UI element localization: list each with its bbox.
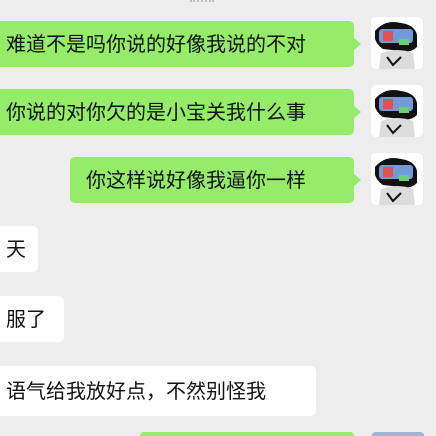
outgoing-message-bubble[interactable]: 你说的对你欠的是小宝关我什么事 xyxy=(0,89,361,135)
outgoing-message-bubble[interactable]: 难道不是吗你说的好像我说的不对 xyxy=(0,21,361,67)
outgoing-message-bubble-partial[interactable] xyxy=(140,432,354,436)
message-text: 天 xyxy=(6,237,26,261)
incoming-message-bubble[interactable]: 语气给我放好点，不然别怪我 xyxy=(0,366,316,416)
message-text: 语气给我放好点，不然别怪我 xyxy=(6,379,266,403)
user-avatar-icon[interactable] xyxy=(371,17,423,69)
chat-window: 难道不是吗你说的好像我说的不对 你说的对你欠的是小宝关我什么事 你这样说好像我逼… xyxy=(0,0,436,436)
incoming-message-bubble[interactable]: 天 xyxy=(0,226,38,272)
outgoing-message-bubble[interactable]: 你这样说好像我逼你一样 xyxy=(70,157,361,203)
user-avatar-icon[interactable] xyxy=(371,85,423,137)
scroll-divider xyxy=(190,0,214,5)
incoming-message-bubble[interactable]: 服了 xyxy=(0,296,64,342)
message-text: 服了 xyxy=(6,307,46,331)
user-avatar-icon[interactable] xyxy=(372,432,424,436)
message-text: 你说的对你欠的是小宝关我什么事 xyxy=(6,100,306,124)
message-text: 难道不是吗你说的好像我说的不对 xyxy=(6,32,306,56)
user-avatar-icon[interactable] xyxy=(371,153,423,205)
message-text: 你这样说好像我逼你一样 xyxy=(86,168,306,192)
